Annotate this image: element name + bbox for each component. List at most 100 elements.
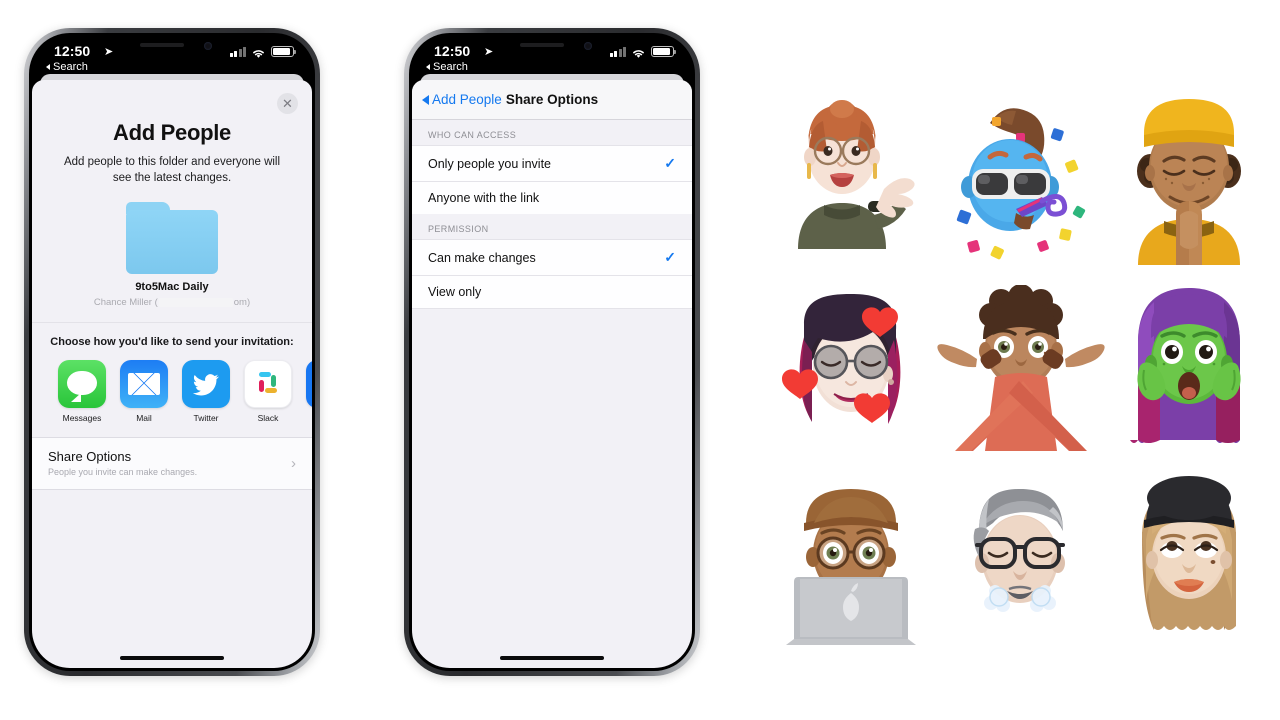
memoji-purple-hair-hearts (770, 273, 933, 466)
share-app-facebook[interactable]: f Fa (306, 360, 312, 423)
front-camera-icon (204, 42, 212, 50)
list-item-label: View only (428, 285, 482, 299)
iphone-device-right: 12:50 ➤ Search Share Options Add People … (404, 28, 700, 676)
back-triangle-icon (426, 64, 430, 70)
earpiece-speaker (520, 43, 564, 47)
owner-suffix: om) (233, 297, 251, 309)
iphone-device-left: 12:50 ➤ Search ✕ Add People Add people t… (24, 28, 320, 676)
slack-icon (244, 360, 292, 409)
messages-icon (58, 360, 106, 409)
checkmark-icon: ✓ (664, 249, 676, 265)
share-options-text: Share Options People you invite can make… (48, 449, 197, 477)
memoji-redhead-glasses-waving (770, 80, 933, 273)
back-search-label: Search (53, 61, 88, 73)
share-options-row[interactable]: Share Options People you invite can make… (32, 438, 312, 490)
mail-icon (120, 360, 168, 409)
back-to-search-button[interactable]: Search (426, 61, 468, 73)
share-options-title: Share Options (48, 449, 132, 465)
folder-preview: 9to5Mac Daily Chance Miller ( om) (32, 202, 312, 308)
owner-prefix: Chance Miller ( (93, 297, 158, 309)
folder-name: 9to5Mac Daily (135, 281, 209, 294)
status-indicators (229, 46, 296, 58)
divider (32, 322, 312, 324)
app-label: Mail (136, 413, 152, 424)
back-triangle-icon (46, 64, 50, 70)
twitter-icon (182, 360, 230, 409)
memoji-blue-alien-party-horn (933, 80, 1108, 273)
cellular-signal-icon (609, 47, 626, 57)
battery-icon (651, 46, 676, 57)
memoji-grey-hair-steam-nose (933, 467, 1108, 660)
share-app-twitter[interactable]: Twitter (182, 360, 230, 423)
divider (32, 489, 312, 491)
wifi-icon (251, 46, 266, 58)
back-to-search-button[interactable]: Search (46, 61, 88, 73)
folder-icon (126, 202, 218, 275)
phone-screen-left: 12:50 ➤ Search ✕ Add People Add people t… (32, 36, 312, 668)
location-arrow-icon: ➤ (104, 46, 114, 58)
app-label: Twitter (193, 413, 219, 424)
status-time: 12:50 (54, 43, 91, 59)
memoji-cap-glasses-macbook (770, 467, 933, 660)
page-title: Add People (112, 120, 231, 145)
list-item-label: Only people you invite (428, 156, 551, 171)
redacted-email (158, 298, 233, 308)
notch (114, 36, 230, 58)
front-camera-icon (584, 42, 592, 50)
screenshot-canvas: 12:50 ➤ Search ✕ Add People Add people t… (0, 0, 1280, 720)
app-label: Slack (257, 413, 279, 424)
phone-bezel: 12:50 ➤ (409, 33, 695, 671)
phone-bezel: 12:50 ➤ (29, 33, 315, 671)
facebook-icon: f (306, 360, 312, 409)
choose-method-label: Choose how you'd like to send your invit… (50, 336, 294, 349)
app-label: Fa (306, 413, 312, 423)
share-options-sheet: Share Options Add People WHO CAN ACCESS … (412, 80, 692, 668)
list-item[interactable]: Only people you invite ✓ (412, 146, 692, 182)
share-app-slack[interactable]: Slack (244, 360, 292, 423)
location-arrow-icon: ➤ (484, 46, 494, 58)
memoji-yellow-beanie-praying (1108, 80, 1271, 273)
section-permission: Can make changes ✓ View only (412, 239, 692, 308)
navigation-bar: Share Options Add People (412, 80, 692, 120)
folder-body (126, 210, 218, 275)
home-indicator[interactable] (500, 656, 604, 660)
memoji-crossed-arms-no (933, 273, 1108, 466)
home-indicator[interactable] (120, 656, 224, 660)
status-time: 12:50 (434, 43, 471, 59)
chevron-left-icon (422, 94, 429, 105)
back-button-label: Add People (432, 92, 502, 107)
list-item-label: Can make changes (428, 250, 536, 265)
share-app-mail[interactable]: Mail (120, 360, 168, 423)
sheet-subtitle: Add people to this folder and everyone w… (63, 156, 281, 184)
add-people-sheet: ✕ Add People Add people to this folder a… (32, 80, 312, 668)
share-options-subtitle: People you invite can make changes. (48, 467, 198, 478)
close-icon[interactable]: ✕ (277, 93, 298, 114)
share-apps-row: Messages Mail Twitter Slack (32, 348, 312, 423)
app-label: Messages (62, 413, 102, 424)
list-item[interactable]: View only (412, 276, 692, 308)
back-button[interactable]: Add People (422, 92, 502, 107)
memoji-green-monster-shocked (1108, 273, 1271, 466)
list-item[interactable]: Can make changes ✓ (412, 240, 692, 276)
memoji-black-beanie-eyeroll (1108, 467, 1271, 660)
wifi-icon (631, 46, 646, 58)
checkmark-icon: ✓ (664, 155, 676, 171)
memoji-grid (770, 80, 1270, 660)
share-app-messages[interactable]: Messages (58, 360, 106, 423)
notch (494, 36, 610, 58)
battery-icon (271, 46, 296, 57)
section-header-permission: PERMISSION (412, 214, 692, 239)
list-item-label: Anyone with the link (428, 191, 540, 205)
folder-owner: Chance Miller ( om) (32, 297, 312, 308)
chevron-right-icon: › (291, 454, 296, 472)
cellular-signal-icon (229, 47, 246, 57)
divider (412, 308, 692, 309)
section-header-who-can-access: WHO CAN ACCESS (412, 120, 692, 145)
status-indicators (609, 46, 676, 58)
section-who-can-access: Only people you invite ✓ Anyone with the… (412, 145, 692, 214)
phone-screen-right: 12:50 ➤ Search Share Options Add People … (412, 36, 692, 668)
earpiece-speaker (140, 43, 184, 47)
list-item[interactable]: Anyone with the link (412, 182, 692, 214)
back-search-label: Search (433, 61, 468, 73)
